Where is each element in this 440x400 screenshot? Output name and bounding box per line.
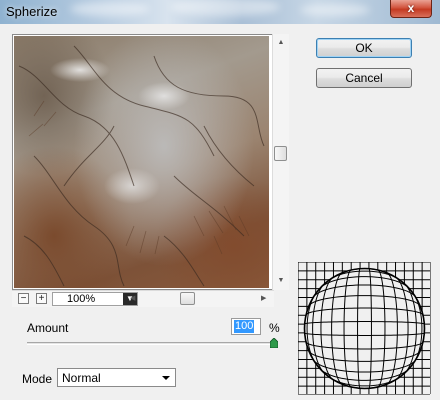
zoom-in-button[interactable]: +	[36, 293, 47, 304]
cancel-button[interactable]: Cancel	[316, 68, 412, 88]
grid-line	[298, 367, 430, 381]
grid-line	[343, 262, 352, 394]
grid-line	[298, 307, 430, 316]
grid-line	[377, 262, 386, 394]
mode-label: Mode	[22, 372, 53, 386]
zoom-out-button[interactable]: −	[18, 293, 29, 304]
grid-line	[357, 262, 361, 394]
grid-line	[412, 262, 423, 394]
grid-line	[298, 332, 430, 336]
close-button[interactable]: x	[390, 0, 432, 18]
title-bar: Spherize x	[0, 0, 440, 24]
amount-slider-thumb[interactable]	[270, 338, 278, 348]
scroll-right-icon[interactable]: ▶	[261, 292, 266, 306]
spherize-dialog: Spherize x ▲ ▼ − + 100% ▼ ◀ ▶ OK Cancel …	[0, 0, 440, 400]
grid-line	[403, 262, 417, 394]
preview-pane[interactable]	[12, 34, 274, 290]
ok-button[interactable]: OK	[316, 38, 412, 58]
grid-line	[298, 295, 430, 307]
preview-image[interactable]	[14, 36, 269, 288]
grid-line	[298, 321, 430, 325]
grid-line	[331, 262, 343, 394]
window-title: Spherize	[6, 4, 58, 19]
grid-line	[298, 270, 430, 281]
zoom-level-field[interactable]: 100% ▼	[52, 292, 138, 306]
mode-value: Normal	[62, 371, 101, 385]
zoom-level-value: 100%	[67, 293, 96, 305]
grid-line	[298, 341, 430, 350]
grid-line	[298, 376, 430, 387]
scroll-left-icon[interactable]: ◀	[130, 292, 135, 306]
close-icon: x	[407, 1, 415, 15]
amount-unit: %	[269, 321, 280, 335]
vertical-scroll-thumb[interactable]	[274, 146, 287, 161]
grid-line	[306, 262, 317, 394]
terrain-texture	[18, 45, 265, 287]
grid-line	[368, 262, 372, 394]
grid-line	[312, 262, 326, 394]
amount-value: 100	[234, 320, 255, 333]
amount-input[interactable]: 100	[231, 318, 261, 335]
amount-label: Amount	[27, 321, 69, 335]
zoom-bar: − + 100% ▼ ◀ ▶	[12, 290, 274, 307]
chevron-down-icon	[162, 376, 170, 380]
mode-select[interactable]: Normal	[57, 368, 176, 387]
grid-line	[386, 262, 398, 394]
preview-vertical-scrollbar[interactable]: ▲ ▼	[272, 34, 289, 290]
grid-line	[298, 350, 430, 362]
spherize-grid-preview	[298, 262, 431, 395]
sphere-outline	[303, 267, 426, 390]
scroll-up-icon[interactable]: ▲	[273, 36, 289, 50]
scroll-down-icon[interactable]: ▼	[273, 274, 289, 288]
amount-slider-track[interactable]	[27, 342, 274, 345]
grid-line	[298, 276, 430, 290]
horizontal-scroll-thumb[interactable]	[180, 292, 195, 305]
